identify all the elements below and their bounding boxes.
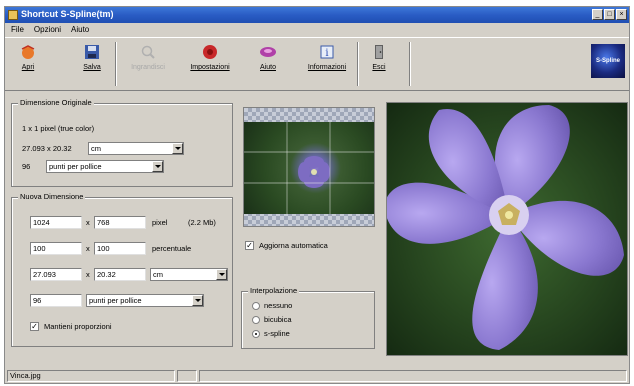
keep-ratio-checkbox[interactable]: ✓	[30, 322, 39, 331]
maximize-button[interactable]: □	[604, 9, 615, 20]
info-icon: i	[320, 45, 334, 59]
save-icon	[85, 45, 99, 59]
new-res-select[interactable]: punti per pollice	[86, 294, 204, 307]
original-size-title: Dimensione Originale	[18, 98, 94, 107]
zoom-label: Ingrandisci	[131, 64, 165, 71]
filesize-label: (2.2 Mb)	[188, 218, 216, 227]
settings-label: Impostazioni	[190, 64, 230, 71]
status-cell-3	[199, 370, 627, 382]
app-icon	[8, 10, 18, 20]
height-cm-input[interactable]: 20.32	[94, 268, 146, 281]
width-pct-input[interactable]: 100	[30, 242, 82, 255]
chevron-down-icon	[216, 269, 227, 280]
open-button[interactable]: Apri	[11, 42, 45, 86]
menu-file[interactable]: File	[11, 25, 24, 34]
help-label: Aiuto	[260, 64, 276, 71]
window-title: Shortcut S-Spline(tm)	[21, 9, 114, 19]
menu-options[interactable]: Opzioni	[34, 25, 61, 34]
keep-ratio-label: Mantieni proporzioni	[44, 322, 112, 331]
original-pixel-info: 1 x 1 pixel (true color)	[22, 124, 95, 133]
radio-bicubic[interactable]	[252, 316, 260, 324]
new-unit-select[interactable]: cm	[150, 268, 228, 281]
radio-sspline-label: s-spline	[264, 329, 290, 338]
new-res-unit: punti per pollice	[89, 296, 142, 305]
original-res-value: 96	[22, 162, 31, 171]
radio-sspline[interactable]	[252, 330, 260, 338]
chevron-down-icon	[192, 295, 203, 306]
exit-door-icon	[375, 45, 383, 59]
info-button[interactable]: i Informazioni	[301, 42, 353, 86]
thumbnail-navigator[interactable]	[243, 107, 375, 227]
x-separator: x	[86, 244, 90, 253]
close-button[interactable]: ×	[616, 9, 627, 20]
exit-button[interactable]: Esci	[365, 42, 393, 86]
auto-update-checkbox[interactable]: ✓	[245, 241, 254, 250]
app-window: Shortcut S-Spline(tm) _ □ × File Opzioni…	[4, 6, 630, 384]
new-size-title: Nuova Dimensione	[18, 192, 86, 201]
toolbar: Apri Salva Ingrandisci Impostazioni Aiut…	[5, 37, 629, 91]
interpolation-title: Interpolazione	[248, 286, 300, 295]
status-bar: Vinca.jpg	[5, 369, 629, 383]
save-button[interactable]: Salva	[75, 42, 109, 86]
exit-label: Esci	[372, 64, 386, 71]
height-px-input[interactable]: 768	[94, 216, 146, 229]
title-bar[interactable]: Shortcut S-Spline(tm) _ □ ×	[5, 7, 629, 23]
height-pct-input[interactable]: 100	[94, 242, 146, 255]
settings-button[interactable]: Impostazioni	[183, 42, 237, 86]
thumbnail-guides	[244, 122, 374, 214]
open-label: Apri	[21, 64, 35, 71]
percent-label: percentuale	[152, 244, 192, 253]
open-icon	[21, 45, 35, 59]
radio-none[interactable]	[252, 302, 260, 310]
new-unit-value: cm	[153, 270, 163, 279]
original-size-value: 27.093 x 20.32	[22, 144, 72, 153]
original-unit-value: cm	[91, 144, 101, 153]
original-size-group: Dimensione Originale 1 x 1 pixel (true c…	[11, 98, 233, 187]
info-label: Informazioni	[307, 64, 347, 71]
help-icon	[260, 47, 276, 57]
original-res-unit: punti per pollice	[49, 162, 102, 171]
width-px-input[interactable]: 1024	[30, 216, 82, 229]
radio-bicubic-label: bicubica	[264, 315, 292, 324]
svg-text:i: i	[325, 48, 328, 59]
original-res-select[interactable]: punti per pollice	[46, 160, 164, 173]
radio-none-label: nessuno	[264, 301, 293, 310]
minimize-button[interactable]: _	[592, 9, 603, 20]
menu-help[interactable]: Aiuto	[71, 25, 89, 34]
x-separator: x	[86, 270, 90, 279]
status-cell-2	[177, 370, 197, 382]
menu-bar: File Opzioni Aiuto	[5, 23, 629, 36]
new-size-group: Nuova Dimensione 1024 x 768 pixel (2.2 M…	[11, 192, 233, 347]
magnifier-icon	[141, 45, 155, 59]
interpolation-group: Interpolazione nessuno bicubica s-spline	[241, 286, 375, 349]
x-separator: x	[86, 218, 90, 227]
new-res-input[interactable]: 96	[30, 294, 82, 307]
auto-update-label: Aggiorna automatica	[259, 241, 328, 250]
pixel-label: pixel	[152, 218, 168, 227]
chevron-down-icon	[152, 161, 163, 172]
chevron-down-icon	[172, 143, 183, 154]
status-filename: Vinca.jpg	[7, 370, 175, 382]
save-label: Salva	[83, 64, 101, 71]
settings-icon	[203, 45, 217, 59]
help-button[interactable]: Aiuto	[253, 42, 283, 86]
s-spline-logo: S-Spline	[591, 44, 625, 78]
image-preview[interactable]	[386, 102, 628, 356]
original-unit-select[interactable]: cm	[88, 142, 184, 155]
zoom-button[interactable]: Ingrandisci	[125, 42, 171, 86]
flower-image	[387, 103, 627, 355]
width-cm-input[interactable]: 27.093	[30, 268, 82, 281]
